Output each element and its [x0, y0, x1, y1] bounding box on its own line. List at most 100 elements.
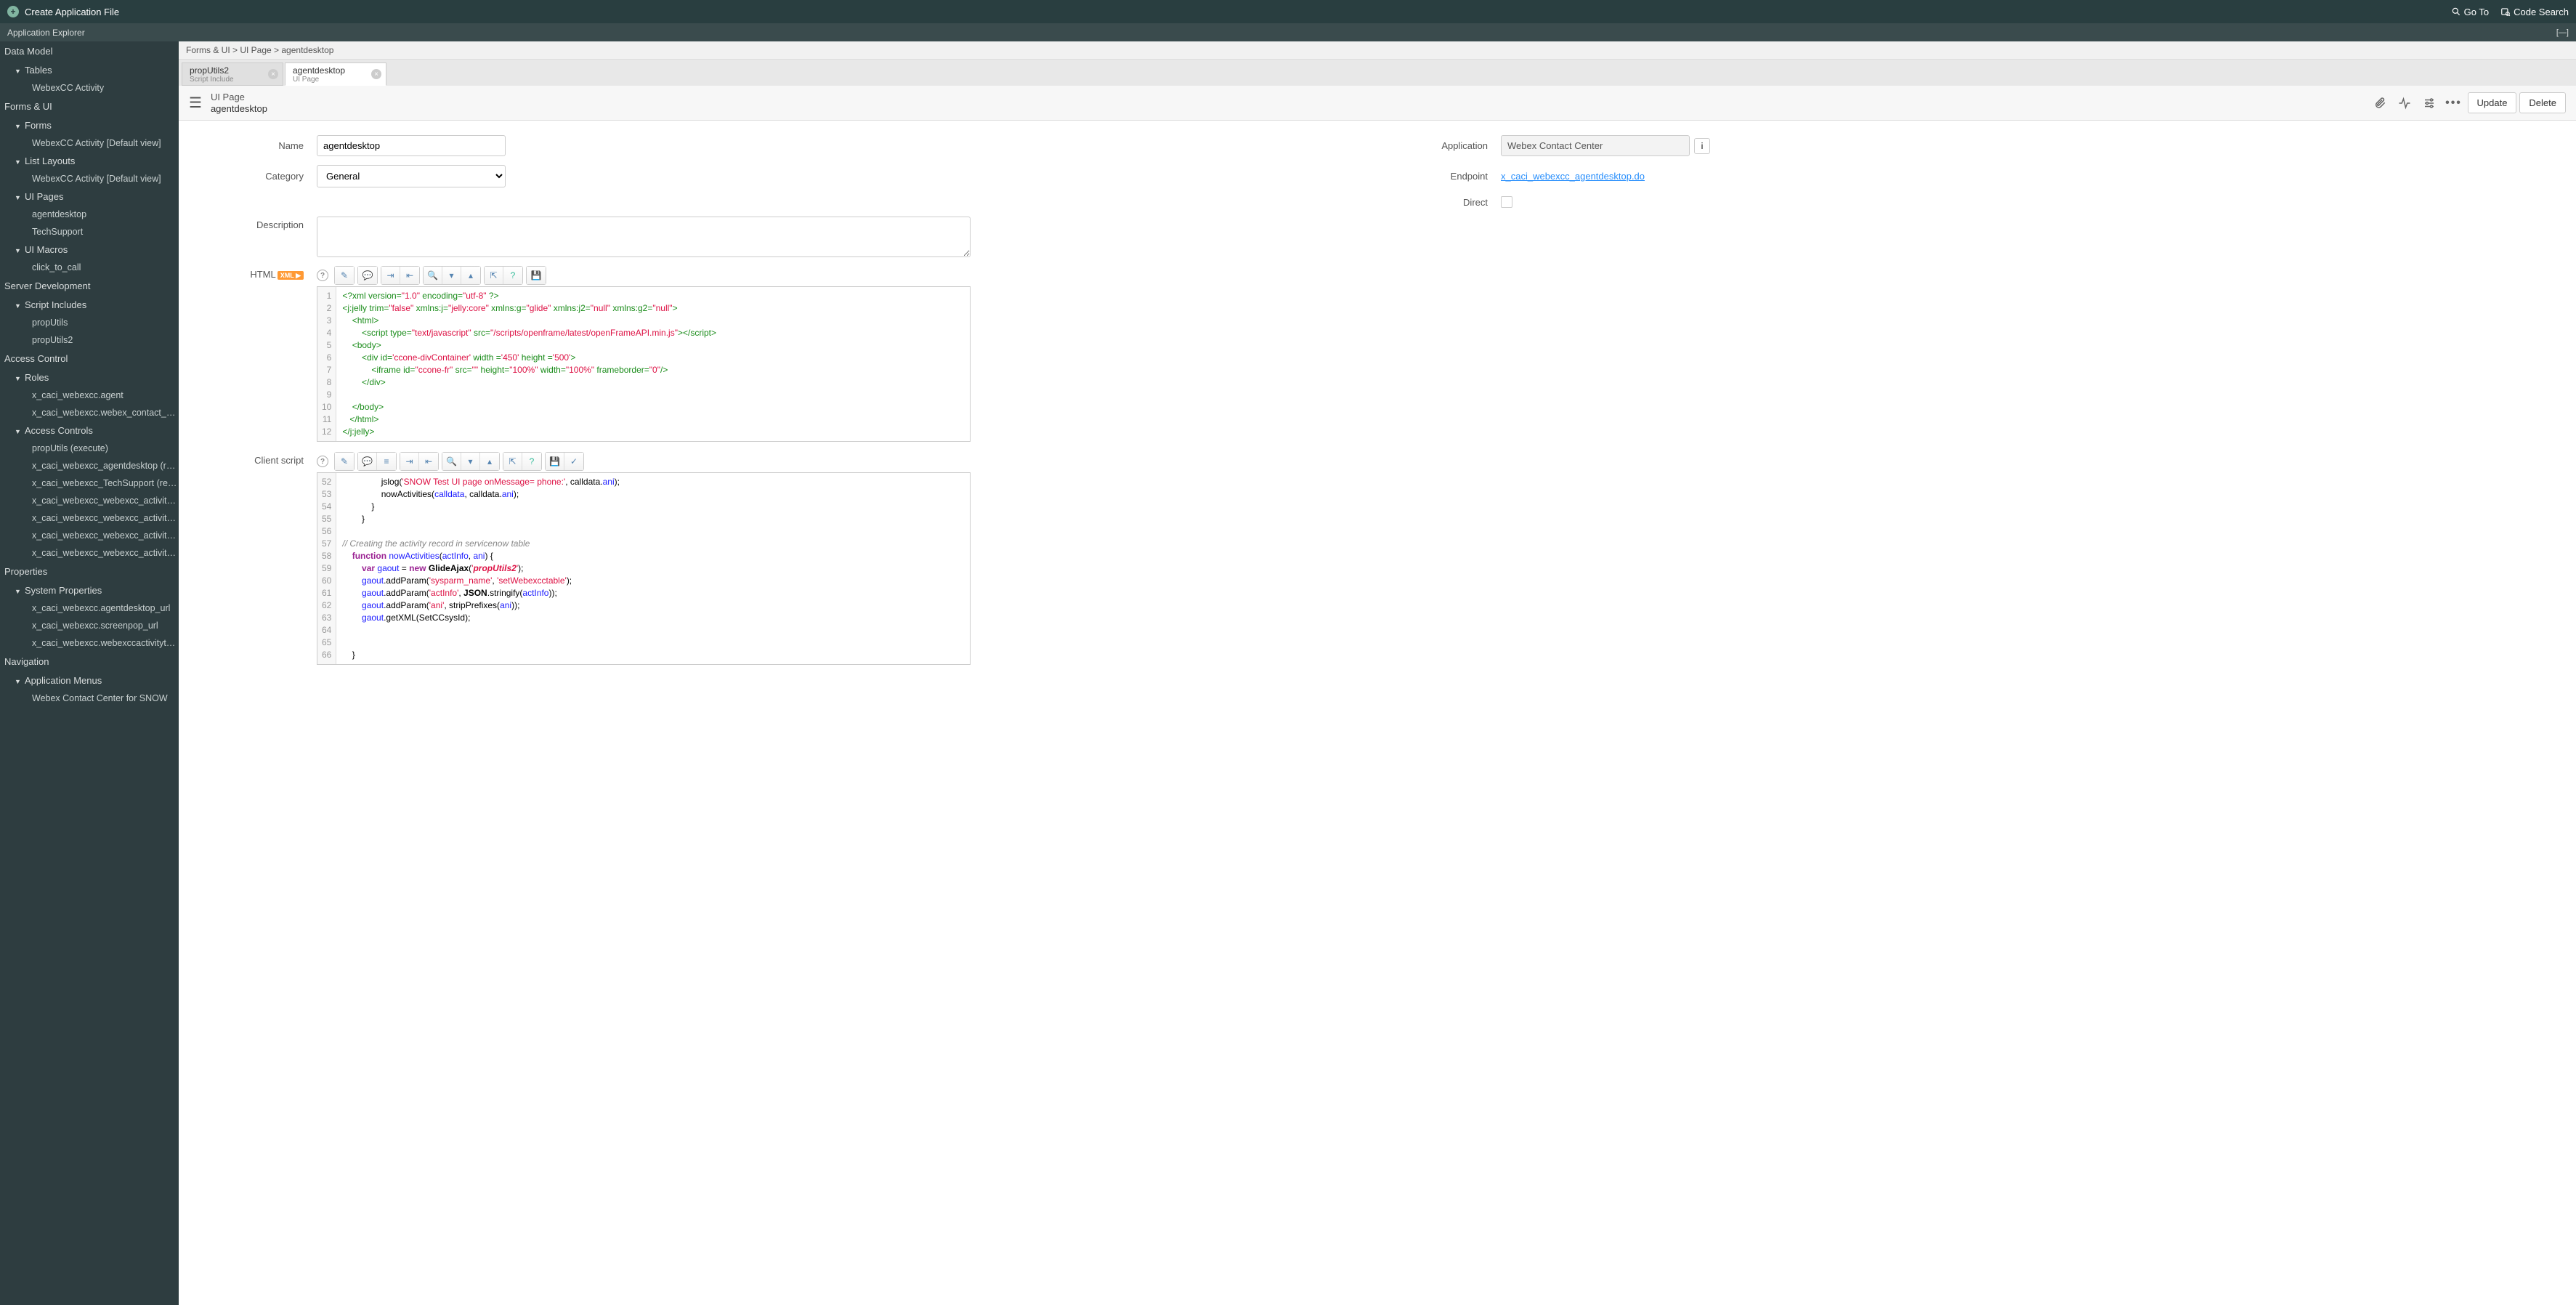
tree-leaf[interactable]: x_caci_webexcc_webexcc_activity (read) — [0, 527, 179, 544]
tb-popout-icon[interactable]: ⇱ — [485, 267, 503, 284]
endpoint-label: Endpoint — [1370, 171, 1501, 182]
code-search-link[interactable]: Code Search — [2500, 7, 2569, 17]
tree-leaf[interactable]: x_caci_webexcc.screenpop_url — [0, 617, 179, 634]
tb-help-icon[interactable]: ? — [522, 453, 541, 470]
html-editor[interactable]: 123456789101112 <?xml version="1.0" enco… — [317, 286, 971, 442]
tree-leaf[interactable]: Webex Contact Center for SNOW — [0, 690, 179, 707]
caret-icon: ▼ — [15, 247, 22, 254]
caret-icon: ▼ — [15, 678, 22, 685]
tree-sub[interactable]: ▼Application Menus — [0, 671, 179, 690]
tree-sub[interactable]: ▼List Layouts — [0, 152, 179, 170]
tb-comment-icon[interactable]: 💬 — [358, 267, 377, 284]
category-select[interactable]: General — [317, 165, 506, 187]
tb-down-icon[interactable]: ▾ — [442, 267, 461, 284]
goto-label: Go To — [2464, 7, 2489, 17]
hamburger-icon[interactable]: ☰ — [189, 94, 202, 112]
tab[interactable]: propUtils2Script Include× — [182, 62, 283, 86]
tree-leaf[interactable]: agentdesktop — [0, 206, 179, 223]
collapse-button[interactable]: [—] — [2556, 28, 2569, 37]
tree-group[interactable]: Navigation — [0, 652, 179, 671]
form-type: UI Page — [211, 92, 267, 103]
client-script-editor[interactable]: 525354555657585960616263646566 jslog('SN… — [317, 472, 971, 665]
activity-icon[interactable] — [2394, 92, 2415, 114]
tree-sub[interactable]: ▼UI Macros — [0, 241, 179, 259]
tab-title: agentdesktop — [293, 65, 368, 76]
tree-leaf[interactable]: WebexCC Activity [Default view] — [0, 134, 179, 152]
tb-popout-icon[interactable]: ⇱ — [503, 453, 522, 470]
caret-icon: ▼ — [15, 194, 22, 201]
tb-search-icon[interactable]: 🔍 — [442, 453, 461, 470]
tree-sub[interactable]: ▼Tables — [0, 61, 179, 79]
create-app-file[interactable]: Create Application File — [25, 7, 119, 17]
name-field[interactable] — [317, 135, 506, 156]
tree-group[interactable]: Server Development — [0, 276, 179, 296]
tree-leaf[interactable]: x_caci_webexcc_agentdesktop (read) — [0, 457, 179, 474]
tree-sub[interactable]: ▼Script Includes — [0, 296, 179, 314]
topbar: + Create Application File Go To Code Sea… — [0, 0, 2576, 23]
direct-checkbox[interactable] — [1501, 196, 1512, 208]
form-body: Name Application i Category General — [179, 121, 2576, 1305]
tb-down-icon[interactable]: ▾ — [461, 453, 480, 470]
name-label: Name — [186, 140, 317, 151]
tree-leaf[interactable]: propUtils — [0, 314, 179, 331]
tree-leaf[interactable]: x_caci_webexcc.agent — [0, 387, 179, 404]
app-explorer-header: Application Explorer [—] — [0, 23, 2576, 41]
tb-tree1-icon[interactable]: ⇥ — [400, 453, 419, 470]
delete-button[interactable]: Delete — [2519, 92, 2566, 113]
application-info-icon[interactable]: i — [1694, 138, 1710, 154]
update-button[interactable]: Update — [2468, 92, 2517, 113]
attachment-icon[interactable] — [2369, 92, 2391, 114]
tree-sub[interactable]: ▼UI Pages — [0, 187, 179, 206]
html-label: HTMLXML ▶ — [186, 266, 317, 442]
tree-sub[interactable]: ▼System Properties — [0, 581, 179, 599]
tree-group[interactable]: Forms & UI — [0, 97, 179, 116]
tree-leaf[interactable]: propUtils (execute) — [0, 440, 179, 457]
tb-indent-icon[interactable]: ≡ — [377, 453, 396, 470]
close-icon[interactable]: × — [371, 69, 381, 79]
tree-sub[interactable]: ▼Roles — [0, 368, 179, 387]
tb-up-icon[interactable]: ▴ — [480, 453, 499, 470]
close-icon[interactable]: × — [268, 69, 278, 79]
tab[interactable]: agentdesktopUI Page× — [285, 62, 386, 86]
tree-leaf[interactable]: x_caci_webexcc_webexcc_activity (delete) — [0, 492, 179, 509]
tree-leaf[interactable]: x_caci_webexcc.webex_contact_center — [0, 404, 179, 421]
tree-leaf[interactable]: click_to_call — [0, 259, 179, 276]
tb-search-icon[interactable]: 🔍 — [424, 267, 442, 284]
breadcrumb: Forms & UI > UI Page > agentdesktop — [179, 41, 2576, 60]
tree-leaf[interactable]: propUtils2 — [0, 331, 179, 349]
tree-leaf[interactable]: x_caci_webexcc.webexccactivitytable — [0, 634, 179, 652]
tree-leaf[interactable]: x_caci_webexcc_webexcc_activity (write) — [0, 544, 179, 562]
description-field[interactable] — [317, 217, 971, 257]
tb-up-icon[interactable]: ▴ — [461, 267, 480, 284]
tb-save-icon[interactable]: 💾 — [546, 453, 564, 470]
tree-group[interactable]: Properties — [0, 562, 179, 581]
tb-format-icon[interactable]: ✎ — [335, 453, 354, 470]
more-icon[interactable]: ••• — [2443, 92, 2465, 114]
tree-sub[interactable]: ▼Access Controls — [0, 421, 179, 440]
tree-leaf[interactable]: x_caci_webexcc.agentdesktop_url — [0, 599, 179, 617]
tb-format-icon[interactable]: ✎ — [335, 267, 354, 284]
tb-tree1-icon[interactable]: ⇥ — [381, 267, 400, 284]
tree-leaf[interactable]: TechSupport — [0, 223, 179, 241]
tb-comment-icon[interactable]: 💬 — [358, 453, 377, 470]
caret-icon: ▼ — [15, 302, 22, 310]
tree-leaf[interactable]: x_caci_webexcc_webexcc_activity (create) — [0, 509, 179, 527]
tree-group[interactable]: Data Model — [0, 41, 179, 61]
tb-validate-icon[interactable]: ✓ — [564, 453, 583, 470]
plus-icon[interactable]: + — [7, 6, 19, 17]
help-icon[interactable]: ? — [317, 456, 328, 467]
tree-sub[interactable]: ▼Forms — [0, 116, 179, 134]
tree-leaf[interactable]: x_caci_webexcc_TechSupport (read) — [0, 474, 179, 492]
tb-save-icon[interactable]: 💾 — [527, 267, 546, 284]
tree-leaf[interactable]: WebexCC Activity [Default view] — [0, 170, 179, 187]
tb-help-icon[interactable]: ? — [503, 267, 522, 284]
help-icon[interactable]: ? — [317, 270, 328, 281]
endpoint-link[interactable]: x_caci_webexcc_agentdesktop.do — [1501, 171, 1645, 182]
tree-leaf[interactable]: WebexCC Activity — [0, 79, 179, 97]
settings-icon[interactable] — [2418, 92, 2440, 114]
tab-sub: Script Include — [190, 76, 265, 84]
tree-group[interactable]: Access Control — [0, 349, 179, 368]
goto-link[interactable]: Go To — [2451, 7, 2489, 17]
tb-tree2-icon[interactable]: ⇤ — [400, 267, 419, 284]
tb-tree2-icon[interactable]: ⇤ — [419, 453, 438, 470]
